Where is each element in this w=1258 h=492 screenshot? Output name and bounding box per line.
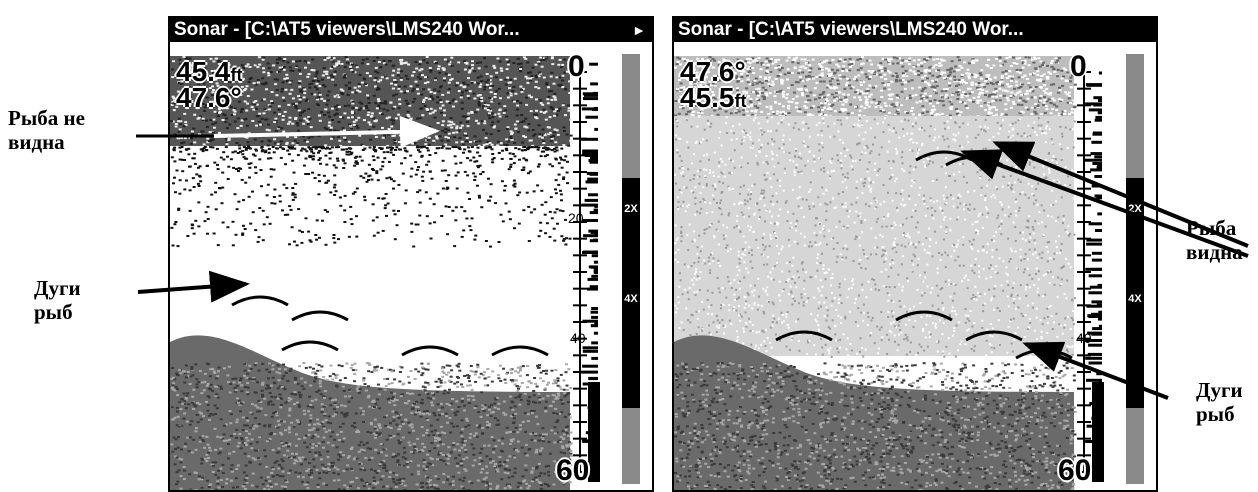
arrow-fish-not-visible-white <box>213 115 440 148</box>
arrow-fish-visible-1 <box>992 141 1249 248</box>
arrow-fish-arcs-right <box>1022 341 1169 400</box>
annotation-arrows <box>136 115 1249 400</box>
arrow-fish-arcs-left <box>137 270 250 303</box>
arrow-fish-visible-2 <box>960 149 1249 258</box>
